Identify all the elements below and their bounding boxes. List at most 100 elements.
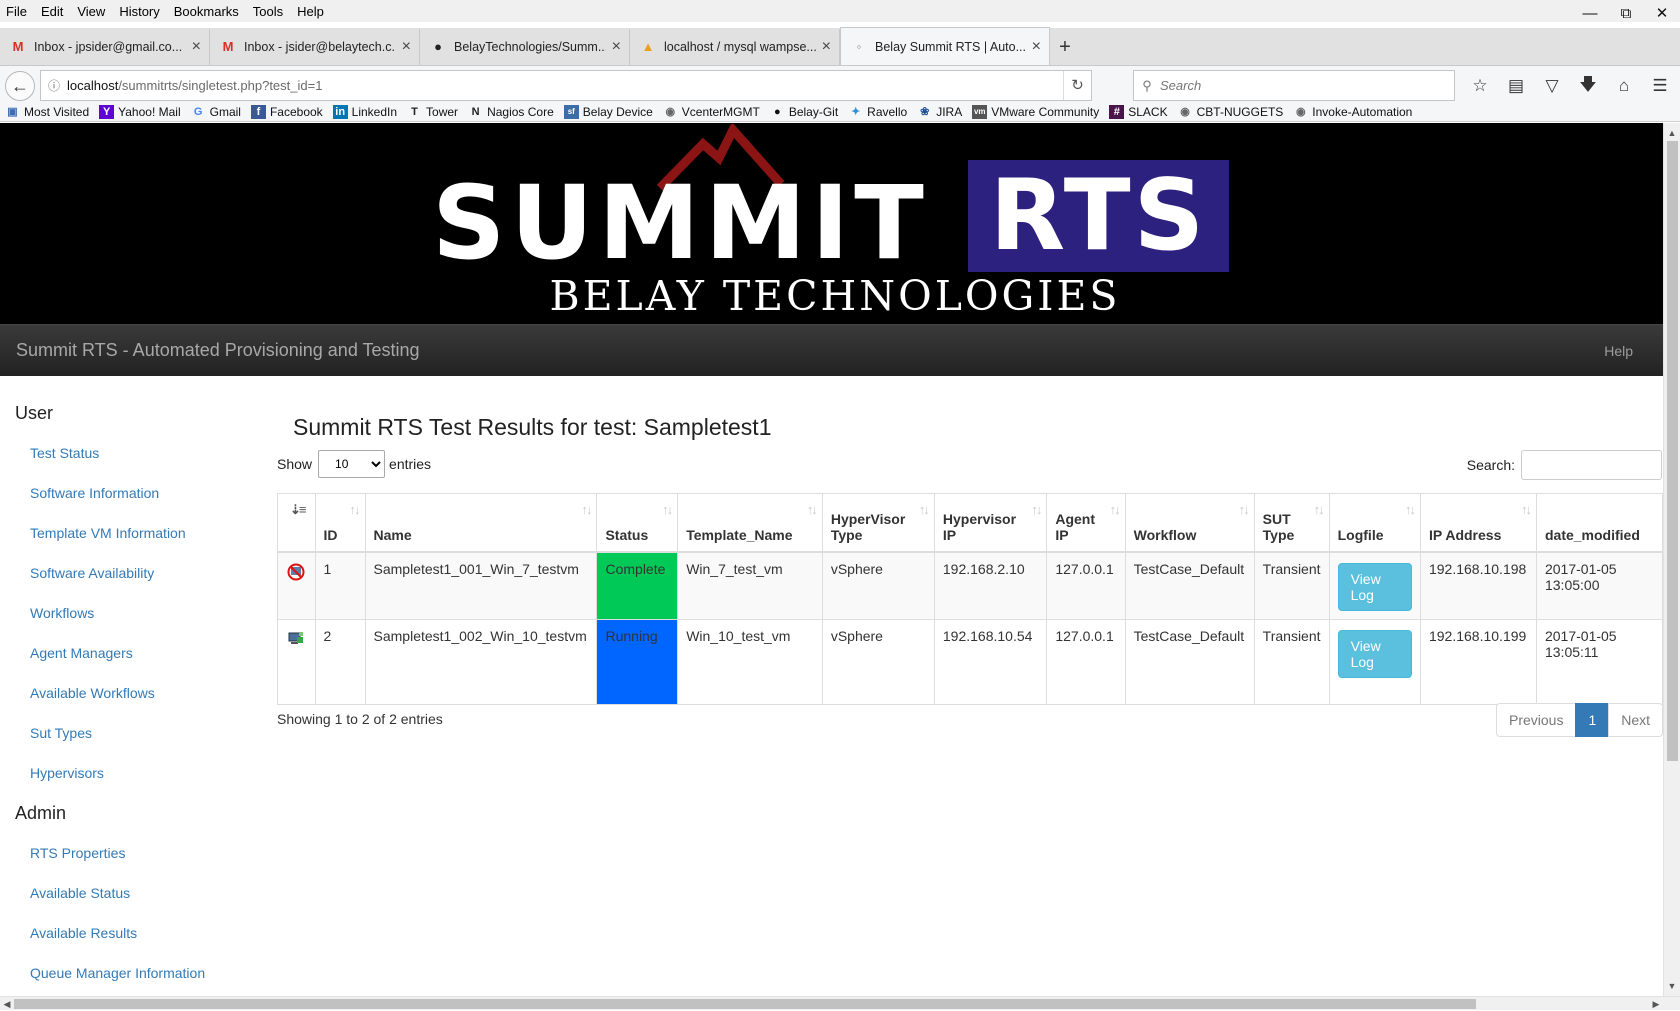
col-header-icon[interactable]: ⇣≡ — [277, 493, 316, 553]
bookmark-ravello[interactable]: ✦ Ravello — [843, 105, 912, 119]
sort-icon: ↑↓ — [1031, 502, 1042, 517]
tab-gmail-1[interactable]: M Inbox - jpsider@gmail.co... × — [0, 29, 210, 65]
restore-icon[interactable]: ⧉ — [1608, 0, 1644, 28]
sidebar-link-software-information[interactable]: Software Information — [30, 485, 159, 501]
col-header-template-name[interactable]: Template_Name ↑↓ — [677, 493, 823, 553]
col-header-id[interactable]: ID ↑↓ — [314, 493, 366, 553]
tab-close-icon[interactable]: × — [402, 38, 411, 56]
bookmark-vcenter[interactable]: ◉ VcenterMGMT — [658, 105, 765, 119]
sidebar-link-queue-manager-information[interactable]: Queue Manager Information — [30, 965, 205, 981]
browser-search-input[interactable]: ⚲ Search — [1133, 70, 1455, 101]
bookmark-cbt[interactable]: ◉ CBT-NUGGETS — [1173, 105, 1289, 119]
download-icon[interactable]: 🡇 — [1570, 72, 1606, 101]
page-length-select[interactable]: 10 — [318, 450, 386, 478]
reload-icon[interactable]: ↻ — [1063, 71, 1091, 100]
col-header-agent-ip[interactable]: Agent IP ↑↓ — [1046, 493, 1126, 553]
sidebar-link-sut-types[interactable]: Sut Types — [30, 725, 92, 741]
app-navbar: Summit RTS - Automated Provisioning and … — [0, 324, 1663, 376]
sidebar-link-template-vm-information[interactable]: Template VM Information — [30, 525, 186, 541]
pagination-previous[interactable]: Previous — [1496, 703, 1577, 737]
tab-close-icon[interactable]: × — [612, 38, 621, 56]
window-controls: — ⧉ ✕ — [1572, 0, 1680, 28]
new-tab-icon[interactable]: + — [1050, 29, 1080, 65]
menu-bookmarks[interactable]: Bookmarks — [167, 4, 246, 19]
sidebar-link-test-status[interactable]: Test Status — [30, 445, 99, 461]
sidebar-link-agent-managers[interactable]: Agent Managers — [30, 645, 133, 661]
back-arrow-icon[interactable]: ← — [5, 71, 35, 101]
bookmark-star-icon[interactable]: ☆ — [1462, 76, 1498, 96]
pagination-page-1[interactable]: 1 — [1575, 703, 1610, 737]
col-header-sut-type[interactable]: SUT Type ↑↓ — [1253, 493, 1330, 553]
hamburger-menu-icon[interactable]: ☰ — [1642, 76, 1678, 96]
bookmark-gmail[interactable]: G Gmail — [186, 105, 246, 119]
bookmark-vmware[interactable]: vm VMware Community — [967, 104, 1104, 119]
info-icon[interactable]: ⓘ — [41, 77, 67, 94]
menu-file[interactable]: File — [0, 4, 34, 19]
sidebar-link-software-availability[interactable]: Software Availability — [30, 565, 154, 581]
app-brand-link[interactable]: Summit RTS - Automated Provisioning and … — [16, 340, 420, 361]
cell-template-name: Win_7_test_vm — [677, 551, 823, 620]
menu-view[interactable]: View — [70, 4, 112, 19]
scroll-down-icon[interactable]: ▼ — [1664, 978, 1680, 994]
pocket-icon[interactable]: ▽ — [1534, 76, 1570, 96]
tab-label: Inbox - jsider@belaytech.c... — [244, 40, 396, 54]
help-link[interactable]: Help — [1604, 343, 1633, 359]
pagination-next[interactable]: Next — [1608, 703, 1663, 737]
col-header-hypervisor-ip[interactable]: Hypervisor IP ↑↓ — [933, 493, 1048, 553]
horizontal-scrollbar[interactable]: ◀ ▶ — [0, 996, 1680, 1010]
col-header-ip-address[interactable]: IP Address ↑↓ — [1419, 493, 1537, 553]
col-header-hypervisor-type[interactable]: HyperVisor Type ↑↓ — [821, 493, 935, 553]
sidebar-link-hypervisors[interactable]: Hypervisors — [30, 765, 104, 781]
bookmark-facebook[interactable]: f Facebook — [246, 104, 328, 119]
menu-history[interactable]: History — [112, 4, 166, 19]
menu-help[interactable]: Help — [290, 4, 331, 19]
sidebar-link-available-results[interactable]: Available Results — [30, 925, 137, 941]
bookmark-jira[interactable]: ❀ JIRA — [912, 105, 967, 119]
sidebar-link-rts-properties[interactable]: RTS Properties — [30, 845, 125, 861]
cell-ip-address: 192.168.10.198 — [1419, 551, 1537, 620]
scroll-right-icon[interactable]: ▶ — [1649, 997, 1663, 1011]
url-bar[interactable]: ⓘ localhost/summitrts/singletest.php?tes… — [40, 70, 1092, 101]
tab-summit-rts[interactable]: ◦ Belay Summit RTS | Auto... × — [840, 27, 1050, 65]
tab-gmail-2[interactable]: M Inbox - jsider@belaytech.c... × — [210, 29, 420, 65]
menu-edit[interactable]: Edit — [34, 4, 70, 19]
bookmark-tower[interactable]: T Tower — [402, 105, 463, 119]
cell-id: 2 — [314, 618, 366, 705]
menu-tools[interactable]: Tools — [246, 4, 290, 19]
sidebar-link-available-status[interactable]: Available Status — [30, 885, 130, 901]
reading-list-icon[interactable]: ▤ — [1498, 76, 1534, 96]
sidebar-link-available-workflows[interactable]: Available Workflows — [30, 685, 155, 701]
tab-phpmyadmin[interactable]: ▲ localhost / mysql wampse... × — [630, 29, 840, 65]
tab-close-icon[interactable]: × — [822, 38, 831, 56]
bookmark-invoke[interactable]: ◉ Invoke-Automation — [1288, 105, 1417, 119]
cell-id: 1 — [314, 551, 366, 620]
col-header-logfile[interactable]: Logfile ↑↓ — [1328, 493, 1421, 553]
bookmark-slack[interactable]: # SLACK — [1104, 104, 1172, 119]
tab-close-icon[interactable]: × — [1032, 38, 1041, 56]
view-log-button[interactable]: View Log — [1337, 629, 1412, 678]
table-search-input[interactable] — [1521, 450, 1662, 480]
sidebar-link-workflows[interactable]: Workflows — [30, 605, 94, 621]
tab-close-icon[interactable]: × — [192, 38, 201, 56]
bookmark-belay-device[interactable]: sf Belay Device — [559, 104, 658, 119]
col-header-workflow[interactable]: Workflow ↑↓ — [1124, 493, 1255, 553]
bookmark-nagios[interactable]: N Nagios Core — [463, 105, 559, 119]
view-log-button[interactable]: View Log — [1337, 562, 1412, 611]
col-header-status[interactable]: Status ↑↓ — [596, 493, 679, 553]
vertical-scroll-thumb[interactable] — [1667, 141, 1678, 761]
pagination: Previous 1 Next — [1496, 703, 1663, 737]
bookmark-most-visited[interactable]: ▣ Most Visited — [0, 105, 94, 119]
scroll-left-icon[interactable]: ◀ — [0, 997, 14, 1011]
minimize-icon[interactable]: — — [1572, 0, 1608, 28]
tab-github[interactable]: ● BelayTechnologies/Summ... × — [420, 29, 630, 65]
close-window-icon[interactable]: ✕ — [1644, 0, 1680, 28]
col-header-date-modified[interactable]: date_modified — [1535, 493, 1663, 553]
home-icon[interactable]: ⌂ — [1606, 76, 1642, 96]
bookmark-yahoo[interactable]: Y Yahoo! Mail — [94, 104, 185, 119]
bookmark-linkedin[interactable]: in LinkedIn — [328, 104, 402, 119]
horizontal-scroll-thumb[interactable] — [14, 999, 1476, 1009]
col-header-name[interactable]: Name ↑↓ — [364, 493, 598, 553]
bookmark-belay-git[interactable]: ● Belay-Git — [765, 105, 843, 119]
vertical-scrollbar[interactable]: ▲ ▼ — [1663, 123, 1680, 996]
scroll-up-icon[interactable]: ▲ — [1664, 125, 1680, 141]
